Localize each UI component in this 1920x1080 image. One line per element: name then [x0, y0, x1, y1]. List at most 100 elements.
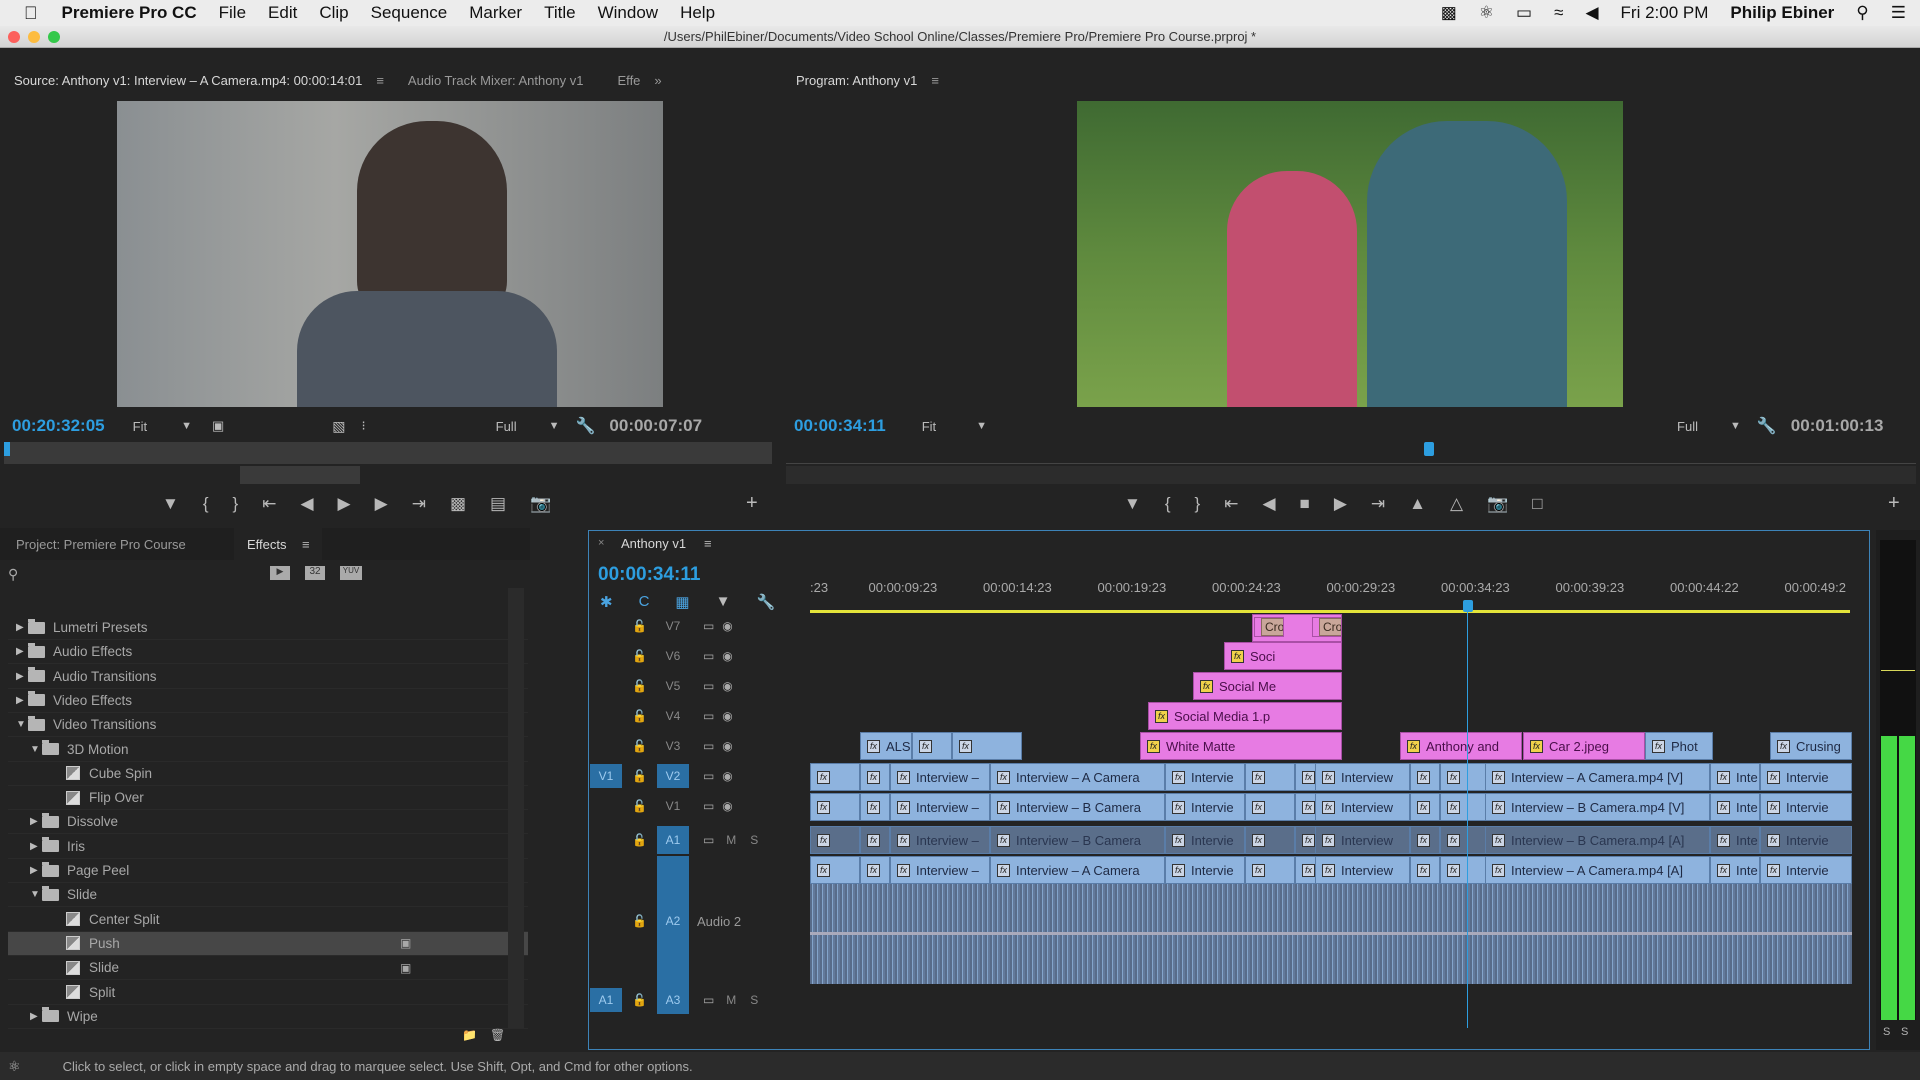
timeline-clip[interactable]: fx Intervie	[1165, 856, 1245, 884]
timeline-clip[interactable]: fx	[1245, 763, 1295, 791]
mark-out-icon[interactable]: }	[1195, 494, 1201, 514]
panel-menu-icon[interactable]: ≡	[704, 536, 712, 551]
timeline-clip[interactable]: fx Interview – B Camera.mp4 [A]	[1485, 826, 1710, 854]
audio-waveform-icon[interactable]: ⁝	[362, 418, 366, 434]
close-tab-icon[interactable]: ×	[598, 537, 604, 549]
work-area-bar[interactable]	[810, 610, 1850, 613]
tree-row[interactable]: ▶ Dissolve	[8, 810, 528, 835]
track-target-v7[interactable]: V7	[657, 619, 689, 633]
notification-icon[interactable]: ☰	[1891, 3, 1906, 23]
panel-menu-icon[interactable]: ≡	[931, 73, 939, 88]
collapsed-triangle-icon[interactable]: ▶	[30, 1011, 42, 1022]
clock[interactable]: Fri 2:00 PM	[1621, 3, 1709, 23]
wrench-icon[interactable]: 🔧	[575, 416, 595, 436]
go-to-out-icon[interactable]: ⇥	[1371, 494, 1385, 514]
search-icon[interactable]: ⚲	[8, 566, 18, 583]
wrench-icon[interactable]: 🔧	[1757, 416, 1777, 436]
timeline-clip[interactable]: fx	[860, 793, 890, 821]
program-playhead-timecode[interactable]: 00:00:34:11	[794, 416, 886, 436]
tree-row[interactable]: ▼ 3D Motion	[8, 738, 528, 762]
lock-icon[interactable]: 🔓	[632, 769, 647, 783]
add-marker-icon[interactable]: ▼	[1124, 494, 1141, 514]
add-button-icon[interactable]: +	[1888, 492, 1900, 515]
source-zoom-select[interactable]: Fit	[133, 419, 147, 434]
step-back-icon[interactable]: ◀	[300, 494, 313, 514]
timeline-clip[interactable]: fx	[1245, 826, 1295, 854]
lift-icon[interactable]: ▲	[1409, 494, 1426, 514]
timeline-clip[interactable]: fx Inte	[1710, 763, 1760, 791]
delete-icon[interactable]: 🗑	[490, 1028, 505, 1042]
source-resolution-select[interactable]: Full	[496, 419, 517, 434]
timeline-clip[interactable]: fx Interview – B Camera	[990, 793, 1165, 821]
mute-button[interactable]: M	[726, 993, 736, 1007]
timeline-clip[interactable]: fx Intervie	[1165, 793, 1245, 821]
nest-icon[interactable]: ✱	[600, 593, 613, 611]
go-to-in-icon[interactable]: ⇤	[1224, 494, 1238, 514]
lock-icon[interactable]: 🔓	[632, 833, 647, 847]
solo-button[interactable]: S	[750, 833, 758, 847]
app-menu[interactable]: Premiere Pro CC	[62, 3, 197, 23]
mark-in-icon[interactable]: {	[203, 494, 209, 514]
source-patch[interactable]: A1	[590, 988, 622, 1012]
timeline-timecode[interactable]: 00:00:34:11	[598, 564, 700, 586]
timeline-clip[interactable]: fx Interview	[1315, 763, 1410, 791]
timeline-clip[interactable]: fx Soci	[1224, 642, 1342, 670]
timeline-clip[interactable]: fx	[1410, 856, 1440, 884]
mark-out-icon[interactable]: }	[233, 494, 239, 514]
timeline-clip[interactable]: Cro	[1254, 617, 1284, 637]
eye-icon[interactable]: ◉	[722, 769, 732, 783]
close-window-button[interactable]	[8, 31, 20, 43]
step-forward-icon[interactable]: ▶	[1334, 494, 1347, 514]
snap-icon[interactable]: C	[639, 593, 650, 611]
timeline-clip[interactable]: fx	[1440, 856, 1490, 884]
source-time-ruler[interactable]	[4, 442, 772, 464]
add-marker-icon[interactable]: ▼	[716, 593, 731, 611]
eye-icon[interactable]: ◉	[722, 679, 732, 693]
menu-marker[interactable]: Marker	[469, 3, 522, 23]
eye-icon[interactable]: ◉	[722, 649, 732, 663]
timeline-clip[interactable]: fx Car 2.jpeg	[1523, 732, 1645, 760]
step-forward-icon[interactable]: ▶	[375, 494, 388, 514]
timeline-clip[interactable]: fx	[810, 856, 860, 884]
program-video-frame[interactable]	[1077, 101, 1623, 407]
menu-sequence[interactable]: Sequence	[371, 3, 448, 23]
timeline-clip[interactable]: fx Inte	[1710, 826, 1760, 854]
sync-lock-icon[interactable]: ▭	[703, 679, 714, 693]
add-marker-icon[interactable]: ▼	[162, 494, 179, 514]
timeline-clip[interactable]: fx	[810, 826, 860, 854]
timeline-clip[interactable]: fx Interview – A Camera	[990, 856, 1165, 884]
sync-lock-icon[interactable]: ▭	[703, 619, 714, 633]
timeline-clip[interactable]: fx	[810, 793, 860, 821]
timeline-clip[interactable]: fx Intervie	[1165, 763, 1245, 791]
source-video-frame[interactable]	[117, 101, 663, 407]
timeline-clip[interactable]: fx Social Me	[1193, 672, 1342, 700]
timeline-clip[interactable]: fx	[1245, 793, 1295, 821]
lock-icon[interactable]: 🔓	[632, 799, 647, 813]
track-target-a1[interactable]: A1	[656, 826, 689, 854]
timeline-clip[interactable]: fx Interview	[1315, 856, 1410, 884]
timeline-clip[interactable]: fx Interview – B Camera	[990, 826, 1165, 854]
track-target-v3[interactable]: V3	[657, 739, 689, 753]
solo-button[interactable]: S	[750, 993, 758, 1007]
overflow-tabs-button[interactable]: »	[654, 73, 661, 88]
timeline-clip[interactable]: fx White Matte	[1140, 732, 1342, 760]
timeline-clip[interactable]: fx Inte	[1710, 793, 1760, 821]
timeline-clip[interactable]: fx Interview –	[890, 856, 990, 884]
extract-icon[interactable]: △	[1450, 494, 1463, 514]
menu-file[interactable]: File	[219, 3, 246, 23]
track-target-v1[interactable]: V1	[657, 799, 689, 813]
expanded-triangle-icon[interactable]: ▼	[30, 744, 42, 755]
timeline-clip[interactable]: fx	[860, 856, 890, 884]
mark-in-icon[interactable]: {	[1165, 494, 1171, 514]
chevron-down-icon[interactable]: ▼	[549, 420, 560, 432]
tree-row[interactable]: Slide ▣	[8, 956, 528, 981]
timeline-clip[interactable]: fx	[912, 732, 952, 760]
tree-row[interactable]: ▶ Wipe	[8, 1005, 528, 1029]
drag-video-icon[interactable]: ▣	[212, 418, 224, 434]
timeline-clip[interactable]: fx Intervie	[1760, 826, 1852, 854]
tab-project[interactable]: Project: Premiere Pro Course	[16, 537, 186, 552]
panel-menu-icon[interactable]: ≡	[376, 73, 384, 88]
collapsed-triangle-icon[interactable]: ▶	[16, 622, 28, 633]
minimize-window-button[interactable]	[28, 31, 40, 43]
timeline-clip[interactable]: fx	[1410, 826, 1440, 854]
